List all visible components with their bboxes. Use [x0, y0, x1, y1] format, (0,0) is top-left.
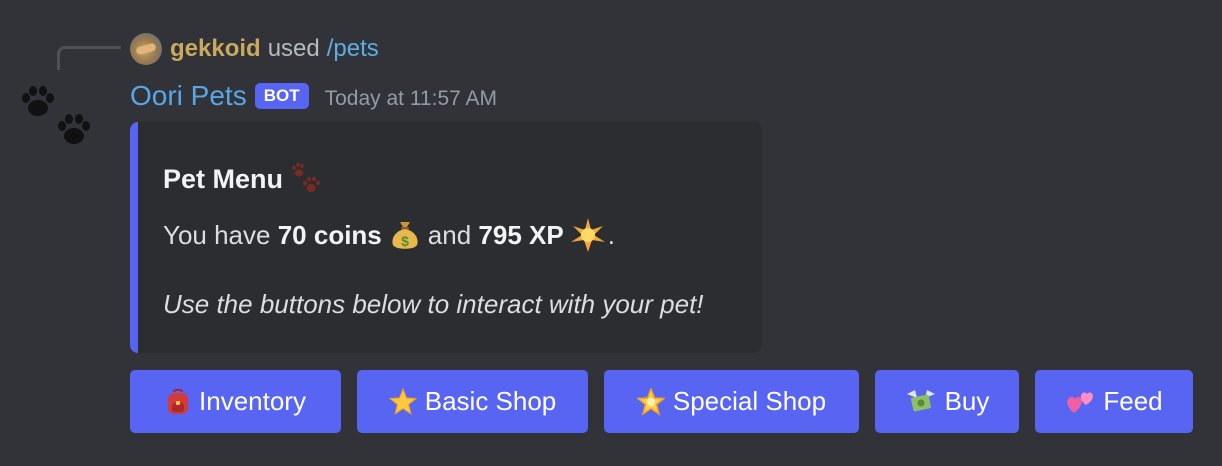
- xp-amount: 795 XP: [478, 219, 564, 250]
- stats-and: and: [427, 219, 472, 250]
- embed-title: Pet Menu: [163, 162, 329, 196]
- embed-accent-bar: [130, 122, 138, 353]
- paw-prints-icon: [292, 162, 321, 192]
- stats-period: .: [607, 219, 615, 250]
- reply-context[interactable]: gekkoid used /pets: [130, 32, 379, 66]
- author-name[interactable]: Oori Pets: [130, 80, 247, 112]
- feed-label: Feed: [1103, 386, 1163, 416]
- stats-prefix: You have: [163, 219, 271, 250]
- reply-used-text: used: [267, 35, 320, 62]
- message-timestamp[interactable]: Today at 11:57 AM: [325, 87, 497, 111]
- svg-text:$: $: [401, 233, 409, 249]
- buy-label: Buy: [944, 386, 990, 416]
- reply-connector: [57, 46, 121, 70]
- star-icon: [388, 387, 417, 416]
- embed-instruction: Use the buttons below to interact with y…: [163, 289, 704, 319]
- glowing-star-icon: [570, 218, 605, 252]
- embed-card: Pet Menu You have 70 coins $ and 795 XP …: [130, 122, 762, 353]
- special-shop-label: Special Shop: [672, 386, 827, 416]
- paw-prints-icon[interactable]: [18, 84, 100, 152]
- buy-button[interactable]: Buy: [875, 370, 1019, 433]
- reply-command[interactable]: /pets: [327, 35, 379, 63]
- bot-badge: BOT: [254, 83, 309, 109]
- message-header: Oori Pets BOT Today at 11:57 AM: [130, 78, 497, 114]
- money-bag-icon: $: [392, 222, 418, 249]
- special-shop-button[interactable]: Special Shop: [604, 370, 859, 433]
- basic-shop-button[interactable]: Basic Shop: [357, 370, 588, 433]
- user-avatar[interactable]: [130, 33, 162, 65]
- embed-stats-line: You have 70 coins $ and 795 XP .: [163, 217, 615, 253]
- embed-title-text: Pet Menu: [163, 163, 284, 194]
- backpack-icon: [165, 388, 191, 416]
- glowing-star-icon: [636, 387, 665, 416]
- coins-amount: 70 coins: [277, 219, 382, 250]
- action-row: Inventory Basic Shop Special Shop Buy Fe…: [130, 370, 1193, 433]
- inventory-button[interactable]: Inventory: [130, 370, 341, 433]
- reply-username[interactable]: gekkoid: [170, 35, 261, 63]
- feed-button[interactable]: Feed: [1035, 370, 1193, 433]
- chat-message: gekkoid used /pets Oori Pets BOT Today a…: [0, 0, 1222, 466]
- inventory-label: Inventory: [199, 386, 306, 416]
- basic-shop-label: Basic Shop: [424, 386, 557, 416]
- two-hearts-icon: [1065, 389, 1095, 415]
- money-with-wings-icon: [905, 388, 937, 416]
